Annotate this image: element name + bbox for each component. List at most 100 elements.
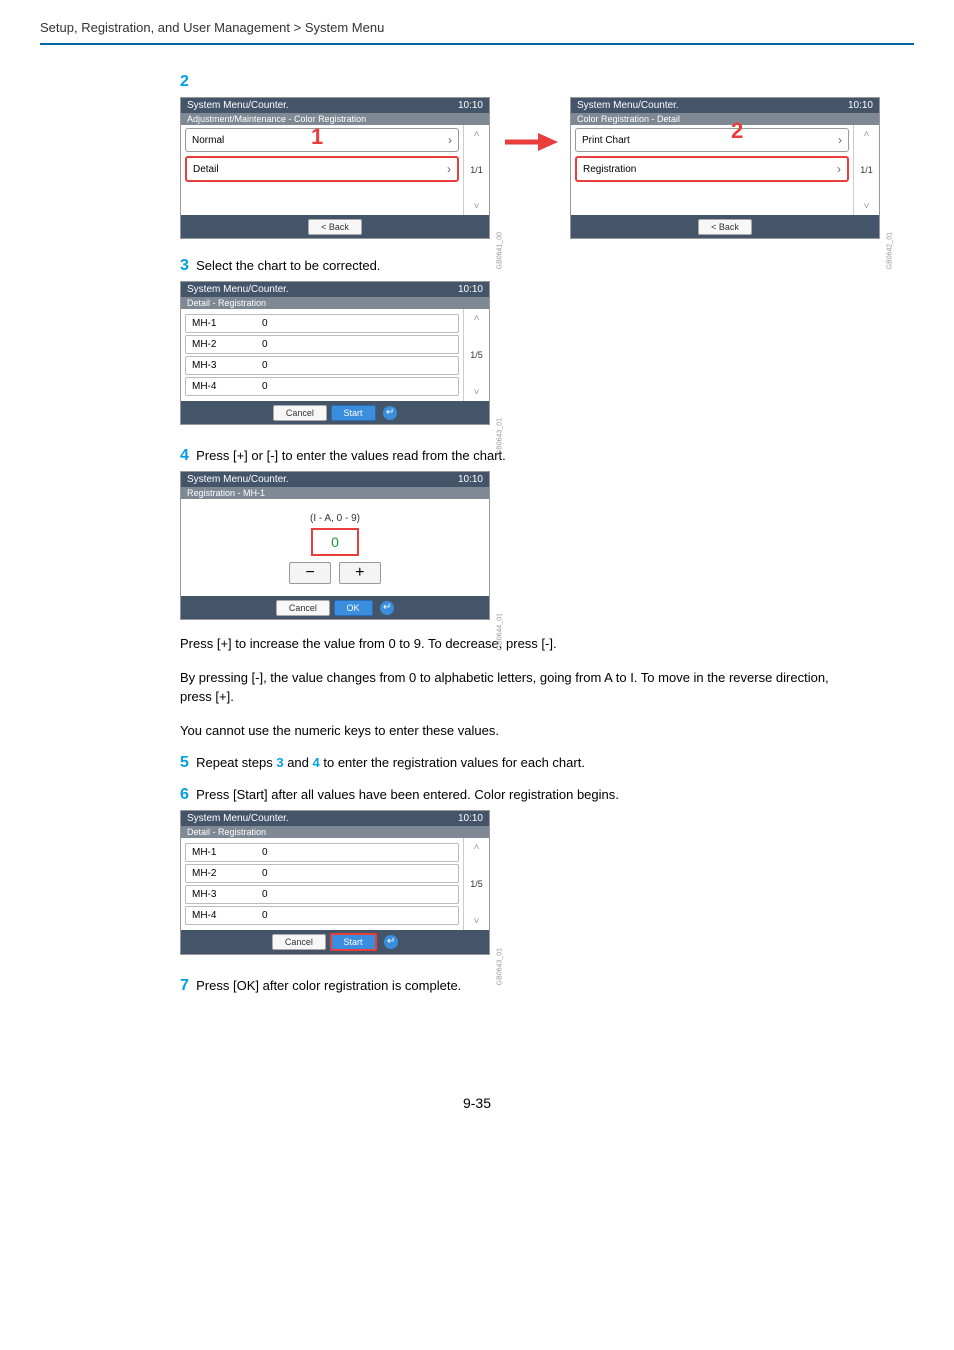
value-range: (I - A, 0 - 9) bbox=[181, 513, 489, 524]
back-button[interactable]: < Back bbox=[698, 219, 752, 235]
page-indicator: 1/1 bbox=[470, 143, 483, 197]
mh-row[interactable]: MH-10 bbox=[185, 314, 459, 333]
panel-registration-value: System Menu/Counter. 10:10 Registration … bbox=[180, 471, 490, 620]
step-number-6: 6 bbox=[180, 786, 189, 803]
list-item-label: Registration bbox=[583, 164, 636, 175]
chevron-right-icon: › bbox=[448, 133, 452, 147]
list-item-label: Normal bbox=[192, 135, 224, 146]
step-text: Press [Start] after all values have been… bbox=[196, 787, 619, 802]
scroll-up-icon[interactable]: ˄ bbox=[464, 125, 489, 143]
mh-row[interactable]: MH-30 bbox=[185, 356, 459, 375]
body-paragraph: You cannot use the numeric keys to enter… bbox=[180, 721, 860, 741]
panel-color-registration-detail: System Menu/Counter. 10:10 Color Registr… bbox=[570, 97, 880, 239]
step-ref: 3 bbox=[276, 755, 283, 770]
step-number-2: 2 bbox=[180, 73, 189, 90]
panel-title: System Menu/Counter. bbox=[577, 100, 679, 111]
screen-id: GB0643_01 bbox=[496, 418, 503, 455]
step-number-5: 5 bbox=[180, 754, 189, 771]
page-indicator: 1/5 bbox=[470, 327, 483, 383]
cancel-button[interactable]: Cancel bbox=[273, 405, 327, 421]
mh-row[interactable]: MH-20 bbox=[185, 864, 459, 883]
panel-color-registration: System Menu/Counter. 10:10 Adjustment/Ma… bbox=[180, 97, 490, 239]
screen-id: GB0644_01 bbox=[496, 613, 503, 650]
enter-icon: ↵ bbox=[383, 406, 397, 420]
value-display: 0 bbox=[311, 528, 359, 556]
start-button[interactable]: Start bbox=[331, 405, 376, 421]
list-item-print-chart[interactable]: Print Chart › bbox=[575, 128, 849, 152]
step-number-7: 7 bbox=[180, 977, 189, 994]
scroll-down-icon[interactable]: ˅ bbox=[464, 197, 489, 215]
step-ref: 4 bbox=[313, 755, 320, 770]
scroll-down-icon[interactable]: ˅ bbox=[854, 197, 879, 215]
step-number-4: 4 bbox=[180, 447, 189, 464]
step-text: Select the chart to be corrected. bbox=[196, 258, 380, 273]
mh-label: MH-3 bbox=[192, 360, 262, 371]
list-item-label: Detail bbox=[193, 164, 219, 175]
mh-value: 0 bbox=[262, 381, 452, 392]
mh-row[interactable]: MH-40 bbox=[185, 906, 459, 925]
scroll-side: ˄ 1/5 ˅ bbox=[463, 838, 489, 930]
list-item-normal[interactable]: Normal › bbox=[185, 128, 459, 152]
panel-subtitle: Color Registration - Detail bbox=[571, 113, 879, 125]
cancel-button[interactable]: Cancel bbox=[272, 934, 326, 950]
panel-time: 10:10 bbox=[458, 474, 483, 485]
mh-value: 0 bbox=[262, 847, 452, 858]
mh-value: 0 bbox=[262, 868, 452, 879]
scroll-side: ˄ 1/5 ˅ bbox=[463, 309, 489, 401]
cancel-button[interactable]: Cancel bbox=[276, 600, 330, 616]
step-text: Press [+] or [-] to enter the values rea… bbox=[196, 448, 506, 463]
scroll-down-icon[interactable]: ˅ bbox=[464, 383, 489, 401]
mh-label: MH-2 bbox=[192, 339, 262, 350]
scroll-up-icon[interactable]: ˄ bbox=[464, 309, 489, 327]
scroll-side: ˄ 1/1 ˅ bbox=[463, 125, 489, 215]
enter-icon: ↵ bbox=[384, 935, 398, 949]
page-number: 9-35 bbox=[0, 1095, 954, 1111]
body-paragraph: By pressing [-], the value changes from … bbox=[180, 668, 860, 707]
mh-value: 0 bbox=[262, 339, 452, 350]
scroll-down-icon[interactable]: ˅ bbox=[464, 912, 489, 930]
mh-row[interactable]: MH-40 bbox=[185, 377, 459, 396]
ok-button[interactable]: OK bbox=[334, 600, 373, 616]
page-header: Setup, Registration, and User Management… bbox=[0, 0, 954, 43]
mh-value: 0 bbox=[262, 889, 452, 900]
panel-title: System Menu/Counter. bbox=[187, 813, 289, 824]
mh-value: 0 bbox=[262, 910, 452, 921]
mh-label: MH-2 bbox=[192, 868, 262, 879]
screen-id: GB0643_01 bbox=[496, 948, 503, 985]
scroll-side: ˄ 1/1 ˅ bbox=[853, 125, 879, 215]
panel-time: 10:10 bbox=[458, 284, 483, 295]
list-item-registration[interactable]: Registration › bbox=[575, 156, 849, 182]
mh-row[interactable]: MH-30 bbox=[185, 885, 459, 904]
minus-button[interactable]: − bbox=[289, 562, 331, 584]
mh-value: 0 bbox=[262, 360, 452, 371]
panel-title: System Menu/Counter. bbox=[187, 100, 289, 111]
mh-row[interactable]: MH-20 bbox=[185, 335, 459, 354]
back-button[interactable]: < Back bbox=[308, 219, 362, 235]
chevron-right-icon: › bbox=[447, 162, 451, 176]
start-button[interactable]: Start bbox=[330, 933, 377, 951]
page-indicator: 1/1 bbox=[860, 143, 873, 197]
panel-subtitle: Detail - Registration bbox=[181, 297, 489, 309]
body-paragraph: Press [+] to increase the value from 0 t… bbox=[180, 634, 860, 654]
panel-title: System Menu/Counter. bbox=[187, 284, 289, 295]
step-number-3: 3 bbox=[180, 257, 189, 274]
panel-subtitle: Detail - Registration bbox=[181, 826, 489, 838]
panel-subtitle: Registration - MH-1 bbox=[181, 487, 489, 499]
mh-row[interactable]: MH-10 bbox=[185, 843, 459, 862]
scroll-up-icon[interactable]: ˄ bbox=[464, 838, 489, 856]
list-item-label: Print Chart bbox=[582, 135, 630, 146]
list-item-detail[interactable]: Detail › bbox=[185, 156, 459, 182]
chevron-right-icon: › bbox=[837, 162, 841, 176]
mh-label: MH-4 bbox=[192, 381, 262, 392]
scroll-up-icon[interactable]: ˄ bbox=[854, 125, 879, 143]
enter-icon: ↵ bbox=[380, 601, 394, 615]
mh-label: MH-4 bbox=[192, 910, 262, 921]
page-indicator: 1/5 bbox=[470, 856, 483, 912]
panel-time: 10:10 bbox=[848, 100, 873, 111]
screen-id: GB0641_00 bbox=[496, 232, 503, 269]
mh-label: MH-3 bbox=[192, 889, 262, 900]
step-text-part: to enter the registration values for eac… bbox=[320, 755, 585, 770]
mh-value: 0 bbox=[262, 318, 452, 329]
mh-label: MH-1 bbox=[192, 318, 262, 329]
plus-button[interactable]: + bbox=[339, 562, 381, 584]
